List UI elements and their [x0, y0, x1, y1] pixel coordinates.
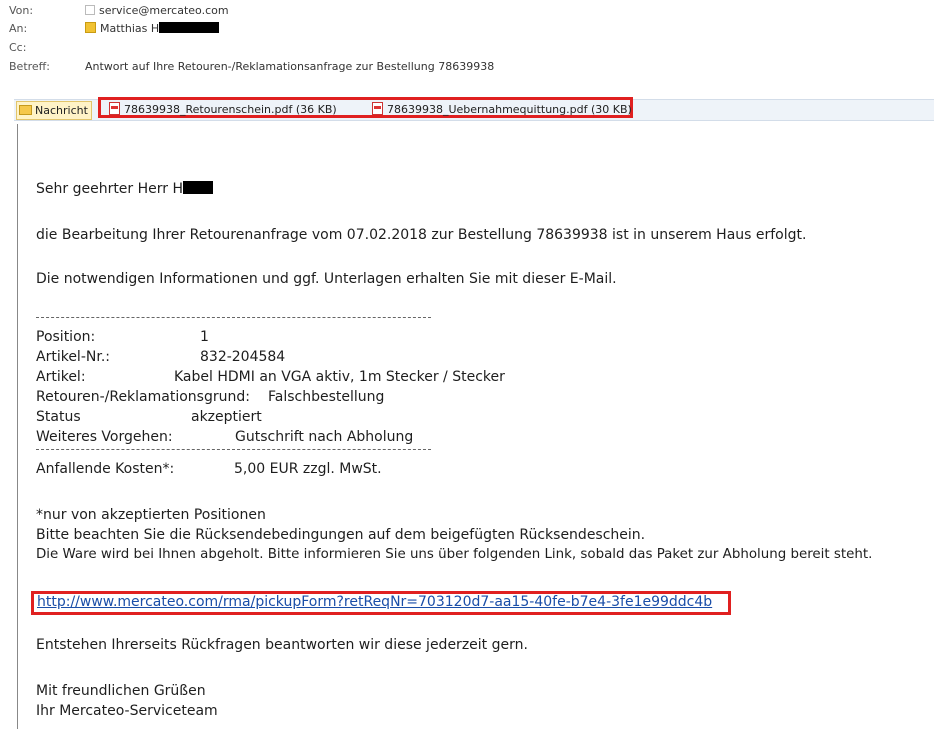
- pdf-icon: [109, 102, 120, 115]
- article-no-value: 832-204584: [200, 349, 286, 365]
- greeting: Sehr geehrter Herr H: [36, 181, 214, 197]
- attachment-bar: Nachricht 78639938_Retourenschein.pdf (3…: [14, 97, 934, 121]
- envelope-icon: [19, 105, 32, 115]
- attachment-name: 78639938_Retourenschein.pdf (36 KB): [124, 103, 337, 116]
- subject-label: Betreff:: [9, 60, 50, 73]
- article-value: Kabel HDMI an VGA aktiv, 1m Stecker / St…: [174, 369, 505, 385]
- closing-greeting: Mit freundlichen Grüßen: [36, 683, 206, 699]
- body-line-1: die Bearbeitung Ihrer Retourenanfrage vo…: [36, 227, 807, 243]
- redaction-bar: [159, 22, 220, 33]
- redaction-bar: [183, 181, 214, 194]
- pdf-icon: [372, 102, 383, 115]
- to-value[interactable]: Matthias H: [85, 22, 220, 35]
- email-header: Von: service@mercateo.com An: Matthias H…: [0, 0, 948, 122]
- position-label: Position:: [36, 329, 96, 345]
- attachment-retourenschein[interactable]: 78639938_Retourenschein.pdf (36 KB): [109, 101, 337, 118]
- message-body: Sehr geehrter Herr H die Bearbeitung Ihr…: [17, 124, 948, 729]
- next-step-label: Weiteres Vorgehen:: [36, 429, 173, 445]
- reason-value: Falschbestellung: [268, 389, 385, 405]
- greeting-text: Sehr geehrter Herr H: [36, 181, 184, 197]
- tab-message-label: Nachricht: [35, 104, 88, 117]
- note-conditions: Bitte beachten Sie die Rücksendebedingun…: [36, 527, 646, 543]
- attachment-name: 78639938_Uebernahmequittung.pdf (30 KB): [387, 103, 632, 116]
- pickup-form-link[interactable]: http://www.mercateo.com/rma/pickupForm?r…: [37, 594, 712, 610]
- article-label: Artikel:: [36, 369, 86, 385]
- costs-label: Anfallende Kosten*:: [36, 461, 175, 477]
- footnote: *nur von akzeptierten Positionen: [36, 507, 266, 523]
- status-value: akzeptiert: [191, 409, 262, 425]
- costs-value: 5,00 EUR zzgl. MwSt.: [234, 461, 382, 477]
- position-value: 1: [200, 329, 209, 345]
- from-address: service@mercateo.com: [99, 4, 229, 17]
- reason-label: Retouren-/Reklamationsgrund:: [36, 389, 250, 405]
- separator: [36, 449, 431, 450]
- questions-text: Entstehen Ihrerseits Rückfragen beantwor…: [36, 637, 528, 653]
- body-line-2: Die notwendigen Informationen und ggf. U…: [36, 271, 617, 287]
- note-pickup: Die Ware wird bei Ihnen abgeholt. Bitte …: [36, 547, 873, 562]
- from-value[interactable]: service@mercateo.com: [85, 4, 229, 17]
- status-label: Status: [36, 409, 81, 425]
- user-icon: [85, 22, 96, 33]
- separator: [36, 317, 431, 318]
- to-name: Matthias H: [100, 22, 160, 35]
- from-label: Von:: [9, 4, 34, 17]
- to-label: An:: [9, 22, 28, 35]
- cc-label: Cc:: [9, 41, 27, 54]
- article-no-label: Artikel-Nr.:: [36, 349, 110, 365]
- subject-value: Antwort auf Ihre Retouren-/Reklamationsa…: [85, 60, 495, 73]
- tab-message[interactable]: Nachricht: [16, 101, 92, 120]
- next-step-value: Gutschrift nach Abholung: [235, 429, 414, 445]
- closing-signature: Ihr Mercateo-Serviceteam: [36, 703, 218, 719]
- contact-icon: [85, 5, 95, 15]
- attachment-uebernahmequittung[interactable]: 78639938_Uebernahmequittung.pdf (30 KB): [372, 101, 632, 118]
